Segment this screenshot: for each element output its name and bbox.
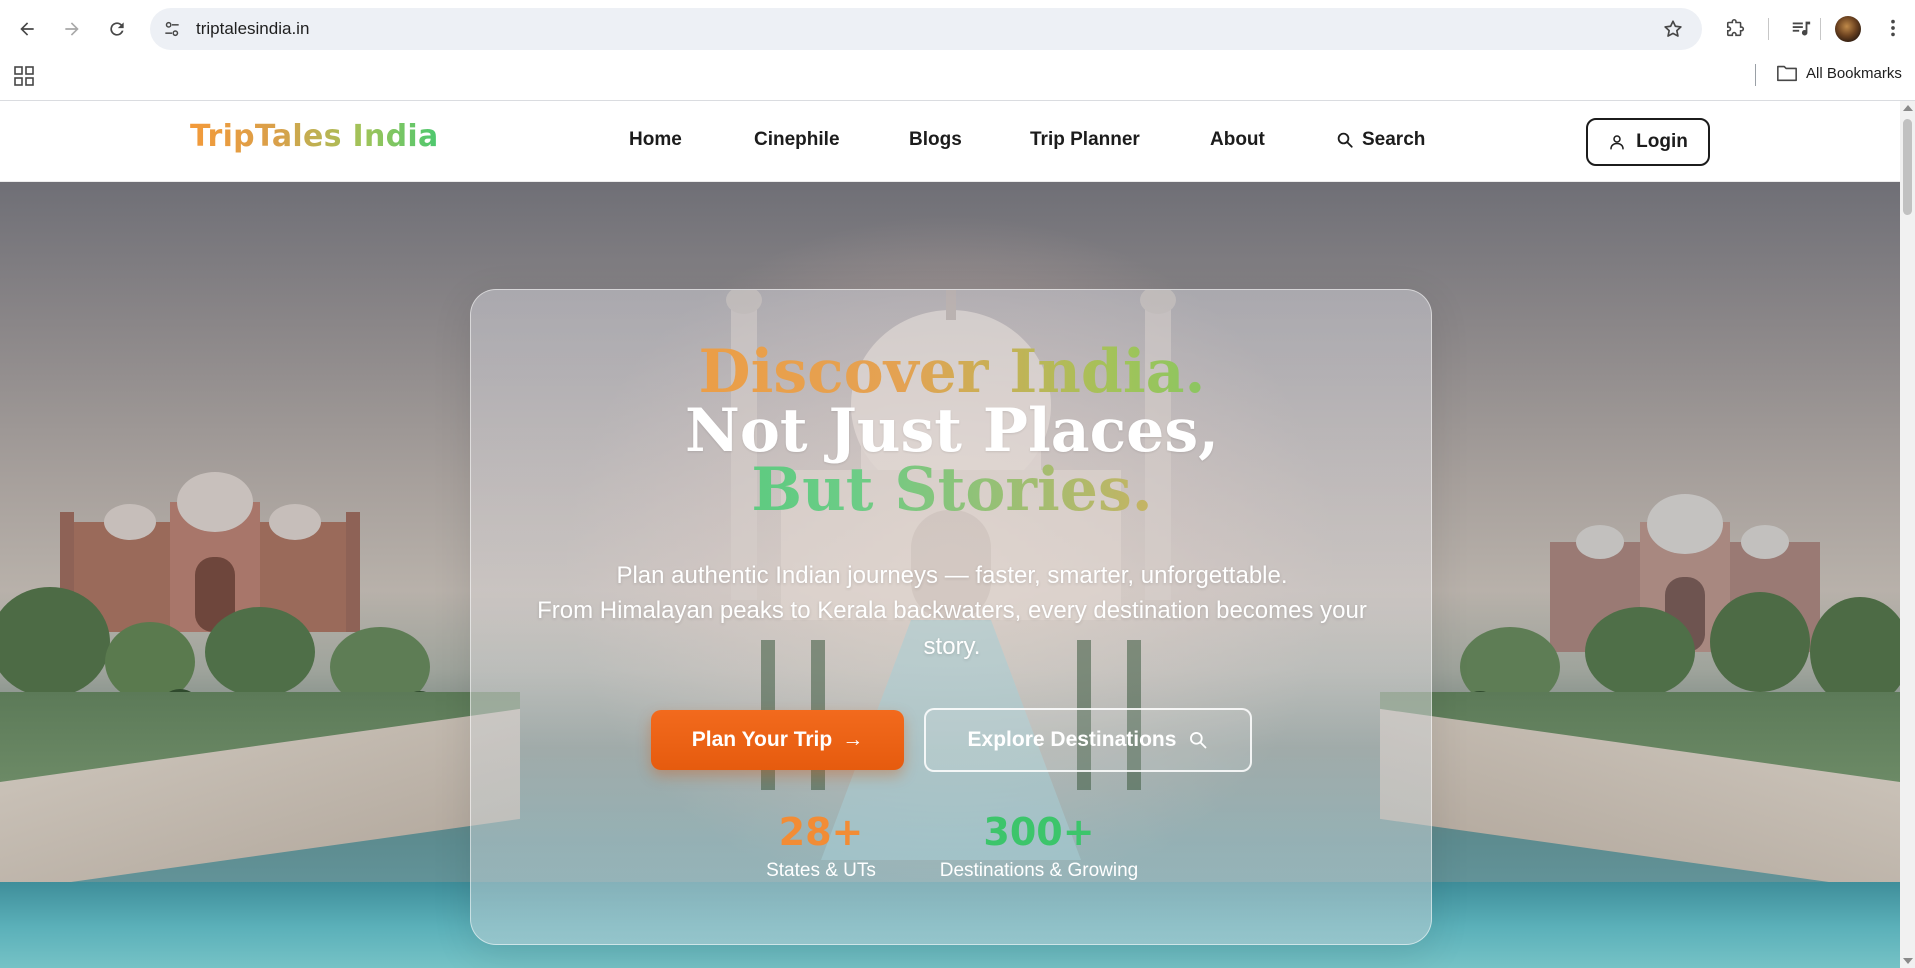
browser-toolbar: triptalesindia.in All Bookmarks xyxy=(0,0,1915,101)
profile-avatar[interactable] xyxy=(1835,16,1861,42)
login-label: Login xyxy=(1636,131,1688,152)
apps-grid-icon[interactable] xyxy=(14,66,34,86)
kebab-menu-icon xyxy=(1891,19,1895,37)
stat-destinations-value: 300+ xyxy=(983,810,1095,854)
headline-line-2: Not Just Places, xyxy=(684,396,1220,466)
headline-line-3: But Stories. xyxy=(471,460,1431,520)
bookmarks-divider xyxy=(1755,64,1756,86)
bookmark-star-icon[interactable] xyxy=(1662,18,1684,40)
all-bookmarks-button[interactable]: All Bookmarks xyxy=(1776,63,1902,83)
nav-search[interactable]: Search xyxy=(1336,129,1425,151)
arrow-right-icon: → xyxy=(842,728,864,751)
stat-destinations-label: Destinations & Growing xyxy=(939,860,1139,881)
nav-about[interactable]: About xyxy=(1210,129,1265,151)
explore-destinations-button[interactable]: Explore Destinations xyxy=(924,708,1252,772)
scroll-up-arrow-icon[interactable] xyxy=(1903,105,1913,111)
login-button[interactable]: Login xyxy=(1586,118,1710,166)
back-button[interactable] xyxy=(10,12,44,46)
forward-button[interactable] xyxy=(55,12,89,46)
page-viewport: TripTales India Home Cinephile Blogs Tri… xyxy=(0,101,1900,968)
scroll-down-arrow-icon[interactable] xyxy=(1903,958,1913,964)
address-bar[interactable]: triptalesindia.in xyxy=(150,8,1702,50)
forward-arrow-icon xyxy=(65,22,79,36)
reload-button[interactable] xyxy=(100,12,134,46)
search-icon xyxy=(1337,132,1353,148)
back-arrow-icon xyxy=(20,22,34,36)
hero-subtitle-2: From Himalayan peaks to Kerala backwater… xyxy=(537,597,1367,660)
site-logo[interactable]: TripTales India xyxy=(190,119,439,154)
reload-icon xyxy=(110,22,124,36)
playlist-music-icon xyxy=(1792,21,1811,36)
site-header: TripTales India Home Cinephile Blogs Tri… xyxy=(0,101,1900,182)
nav-trip-planner[interactable]: Trip Planner xyxy=(1030,129,1140,151)
folder-icon xyxy=(1777,65,1797,82)
user-icon xyxy=(1610,135,1624,150)
search-icon xyxy=(1190,732,1207,749)
nav-home[interactable]: Home xyxy=(629,129,682,151)
site-info-icon[interactable] xyxy=(162,19,182,39)
extensions-button[interactable] xyxy=(1723,15,1749,41)
nav-search-label: Search xyxy=(1362,129,1426,150)
explore-destinations-label: Explore Destinations xyxy=(967,728,1177,751)
page-scrollbar[interactable] xyxy=(1900,101,1915,968)
all-bookmarks-label: All Bookmarks xyxy=(1806,64,1902,82)
headline-line-1: Discover India. xyxy=(471,342,1431,402)
url-text[interactable]: triptalesindia.in xyxy=(196,19,309,39)
stat-states-label: States & UTs xyxy=(766,860,876,881)
hero-section: Discover India. Not Just Places, But Sto… xyxy=(0,182,1900,968)
toolbar-divider xyxy=(1820,18,1821,40)
hero-subtitle-1: Plan authentic Indian journeys — faster,… xyxy=(616,562,1288,589)
nav-cinephile[interactable]: Cinephile xyxy=(754,129,840,151)
hero-card: Discover India. Not Just Places, But Sto… xyxy=(470,289,1432,945)
scrollbar-thumb[interactable] xyxy=(1903,119,1912,215)
nav-blogs[interactable]: Blogs xyxy=(909,129,962,151)
media-controls-button[interactable] xyxy=(1788,15,1814,41)
plan-your-trip-label: Plan Your Trip xyxy=(691,728,833,751)
toolbar-divider xyxy=(1768,18,1769,40)
stat-states-value: 28+ xyxy=(778,810,864,854)
plan-your-trip-button[interactable]: Plan Your Trip → xyxy=(651,710,904,770)
puzzle-icon xyxy=(1726,18,1745,37)
browser-menu-button[interactable] xyxy=(1880,15,1906,41)
